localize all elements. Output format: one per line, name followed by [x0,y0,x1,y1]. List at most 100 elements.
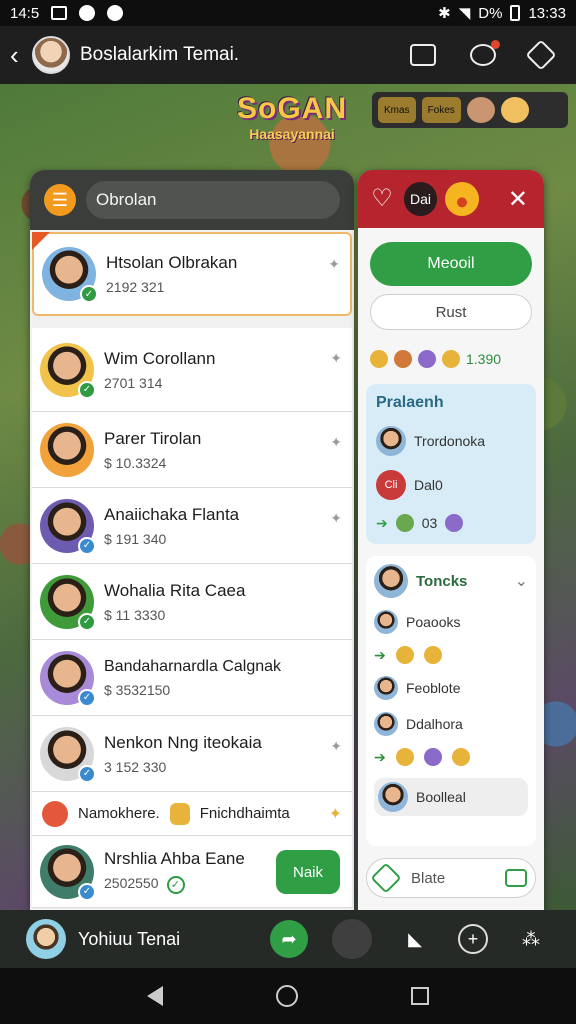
chat-row[interactable]: ✓ Anaiichaka Flanta $ 191 340 ✦ [32,488,352,564]
nav-back-icon[interactable] [146,986,163,1006]
add-friend-icon[interactable] [525,39,557,71]
group-icon[interactable] [470,40,500,66]
primary-button[interactable]: Meooil [370,242,532,286]
chat-list: ✓ Htsolan Olbrakan 2192 321 ✦ ✓ Wim Corol… [30,232,354,908]
chat-name: Wohalia Rita Caea [104,580,246,600]
chat-row[interactable]: ✓ Nenkon Nng iteokaia 3 152 330 ✦ [32,716,352,792]
pin-icon[interactable]: ✦ [330,738,342,755]
chat-search-input[interactable]: Obrolan [86,181,340,219]
friends-title: Toncks [416,572,468,590]
friend-item[interactable]: Poaooks [374,610,528,634]
pin-icon[interactable]: ✦ [330,510,342,527]
smiley-icon[interactable] [445,182,480,216]
mini-card[interactable]: Fokes [421,97,461,123]
mini-avatar[interactable] [500,97,529,123]
emoji-row-left-text: Namokhere. [78,805,160,822]
close-icon[interactable]: ✕ [508,185,528,214]
app-title: Boslalarkim Temai. [80,44,240,65]
menu-icon[interactable]: ☰ [44,184,76,216]
chat-row[interactable]: ✓ Wohalia Rita Caea $ 11 3330 [32,564,352,640]
item-icon [423,748,442,766]
item-icon [445,514,464,532]
chat-sub: 2502550 [104,875,159,892]
game-logo-subtitle: Haasayannai [249,126,335,142]
camera-icon[interactable] [332,919,372,959]
friend-name: Feoblote [406,680,461,696]
player-avatar[interactable] [26,919,66,959]
item-icon [423,646,442,664]
chevron-down-icon[interactable]: ⌄ [515,571,528,591]
arrow-icon[interactable]: ➔ [374,647,386,664]
app-notification-icon [107,5,124,21]
mini-avatar[interactable] [466,97,495,123]
chat-row[interactable]: ✓ Bandaharnardla Calgnak $ 3532150 [32,640,352,716]
reward-value: 1.390 [466,351,502,367]
status-bar: 14:5 ✱ ◥ D% 13:33 [0,0,576,26]
share-icon[interactable]: ➦ [270,920,308,958]
chat-sub: 2701 314 [104,374,163,391]
pin-icon[interactable]: ✦ [328,256,340,273]
avatar [374,610,398,634]
avatar: ✓ [42,247,98,303]
avatar [40,422,94,477]
diamond-icon [370,862,402,894]
chat-row[interactable]: ✓ Wim Corollann 2701 314 ✦ [32,328,352,412]
chat-name: Bandaharnardla Calgnak [104,657,282,675]
friend-item[interactable]: Ddalhora [374,712,528,736]
emoji-row[interactable]: Namokhere. Fnichdhaimta ✦ [32,792,352,836]
battery-percent: D% [478,4,503,22]
info-title: Pralaenh [376,394,444,411]
megaphone-icon[interactable]: ◣ [396,920,434,958]
heart-icon[interactable]: ♡ [368,185,396,213]
avatar [374,712,398,736]
compass-icon[interactable]: + [458,924,488,954]
avatar: ✓ [40,498,96,555]
chat-name: Parer Tirolan [104,428,202,448]
item-icon [370,350,388,368]
wifi-icon: ◥ [458,5,471,22]
battery-icon [510,5,521,21]
nav-recents-icon[interactable] [411,987,430,1005]
verified-icon: ✓ [78,536,96,555]
chat-row[interactable]: Parer Tirolan $ 10.3324 ✦ [32,412,352,488]
chat-row[interactable]: ✓ Nrshlia Ahba Eane 2502550 ✓ Naik [32,836,352,908]
pin-icon[interactable]: ✦ [330,434,342,451]
secondary-button[interactable]: Rust [370,294,532,330]
arrow-icon[interactable]: ➔ [374,749,386,766]
sparkle-icon: ✦ [328,805,342,823]
emoji-pill[interactable]: Dai [404,182,438,216]
avatar [376,426,406,456]
friend-item[interactable]: Boolleal [374,778,528,816]
avatar: ✓ [40,726,96,783]
friends-header[interactable]: Toncks ⌄ [374,564,528,598]
avatar: ✓ [40,342,96,399]
status-clock: 13:33 [528,4,566,22]
group-icon[interactable]: ⁂ [512,920,550,958]
pin-icon[interactable]: ✦ [330,350,342,367]
chat-name: Anaiichaka Flanta [104,504,240,524]
chat-row-selected[interactable]: ✓ Htsolan Olbrakan 2192 321 ✦ [32,232,352,316]
info-line[interactable]: Cli Dal0 [376,470,526,500]
join-button[interactable]: Naik [276,850,340,894]
tag-icon[interactable] [505,869,527,887]
mini-card[interactable]: Kmas [378,97,416,123]
friend-actions: ➔ [374,646,528,664]
chat-sub: $ 11 3330 [104,606,166,623]
profile-avatar[interactable] [32,36,70,74]
avatar: ✓ [40,650,96,707]
ticket-icon[interactable] [410,44,436,66]
info-line[interactable]: Trordonoka [376,426,526,456]
item-icon [442,350,460,368]
back-arrow-icon[interactable]: ‹ [10,40,32,71]
nav-home-icon[interactable] [275,985,298,1007]
item-icon [394,350,412,368]
side-footer[interactable]: Blate [366,858,536,898]
reward-row: 1.390 [370,342,532,376]
friend-item[interactable]: Feoblote [374,676,528,700]
player-name: Yohiuu Tenai [78,928,181,949]
bluetooth-icon: ✱ [438,5,451,22]
chat-header: ☰ Obrolan [30,170,354,230]
navigation-bar [0,968,576,1024]
info-line[interactable]: ➔ 03 [376,514,526,532]
avatar [378,782,408,812]
